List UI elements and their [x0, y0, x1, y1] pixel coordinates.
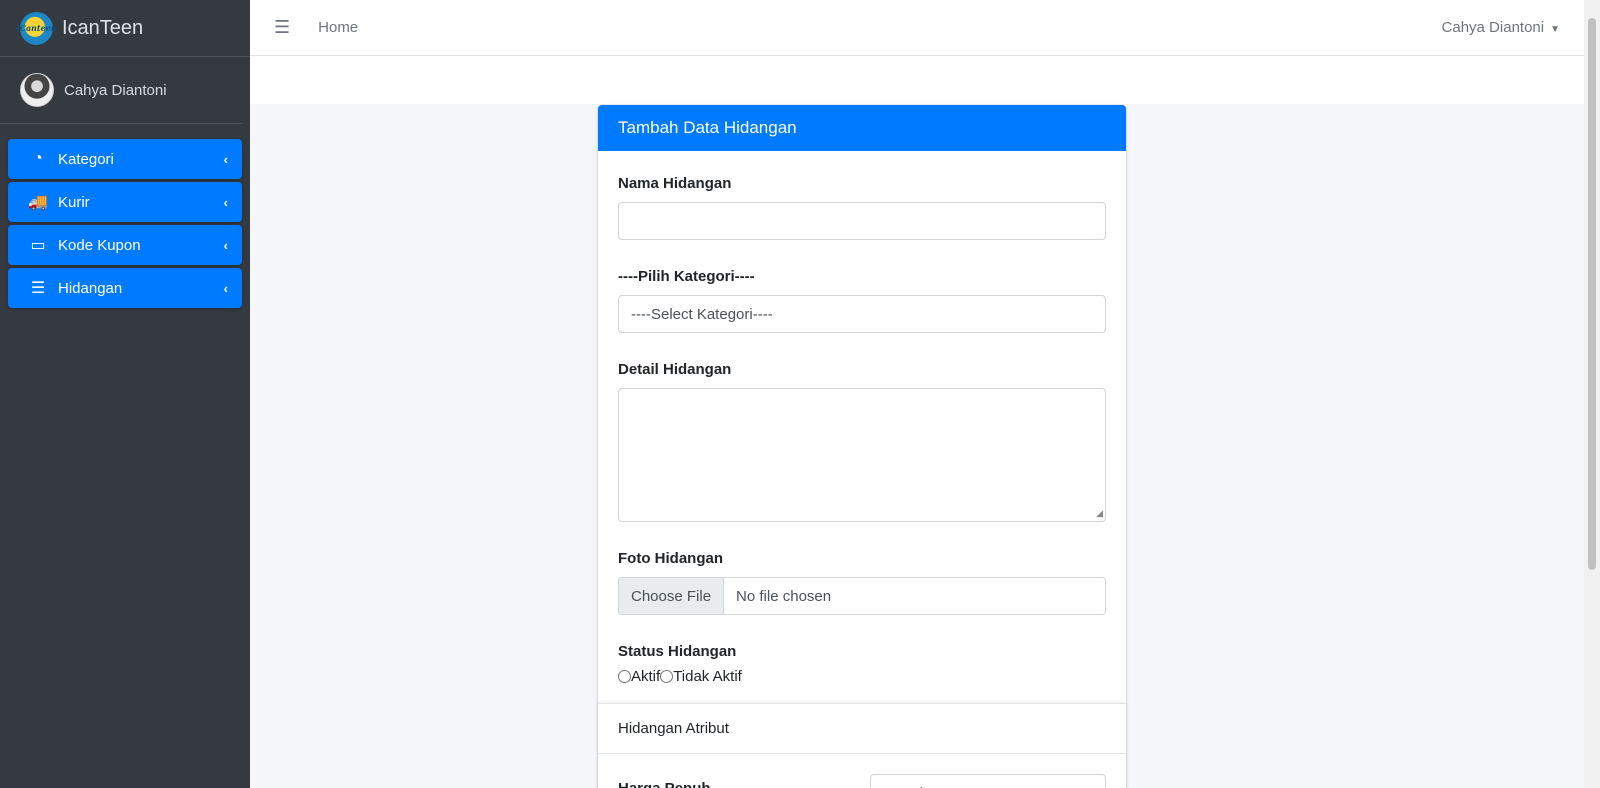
home-link[interactable]: Home: [318, 19, 358, 36]
status-tidak-aktif-label: Tidak Aktif: [673, 668, 742, 685]
harga-penuh-input[interactable]: Masukan Harga: [870, 774, 1106, 788]
detail-hidangan-textarea[interactable]: ◢: [618, 388, 1106, 522]
chevron-left-icon: ‹: [223, 151, 228, 167]
kategori-select[interactable]: ----Select Kategori----: [618, 295, 1106, 333]
ticket-icon: ▭: [30, 237, 46, 254]
status-aktif-radio[interactable]: [618, 670, 631, 683]
foto-hidangan-file-input[interactable]: Choose File No file chosen: [618, 577, 1106, 615]
atribut-card-body: Harga Penuh Masukan Harga: [598, 754, 1126, 788]
tachometer-icon: ◔: [33, 150, 43, 167]
sidebar-item-hidangan[interactable]: ☰ Hidangan ‹: [8, 268, 242, 308]
user-panel-name: Cahya Diantoni: [64, 81, 167, 99]
user-dropdown[interactable]: Cahya Diantoni ▼: [1442, 19, 1560, 36]
sidebar-item-label: Kategori: [58, 150, 114, 168]
atribut-card-title: Hidangan Atribut: [598, 704, 1126, 754]
nama-hidangan-input[interactable]: [618, 202, 1106, 240]
page-scrollbar[interactable]: [1584, 0, 1600, 788]
add-dish-card: Tambah Data Hidangan Nama Hidangan ----P…: [598, 105, 1126, 788]
nama-hidangan-label: Nama Hidangan: [618, 175, 732, 192]
card-body: Nama Hidangan ----Pilih Kategori---- ---…: [598, 151, 1126, 685]
brand-link[interactable]: iCanteen IcanTeen: [0, 0, 250, 57]
atribut-card: Hidangan Atribut Harga Penuh Masukan Har…: [598, 703, 1126, 788]
sidebar-item-kurir[interactable]: 🚚 Kurir ‹: [8, 182, 242, 222]
caret-down-icon: ▼: [1550, 24, 1560, 35]
scrollbar-thumb[interactable]: [1588, 18, 1596, 570]
card-title: Tambah Data Hidangan: [598, 105, 1126, 151]
choose-file-button[interactable]: Choose File: [619, 578, 725, 614]
brand-logo: iCanteen: [16, 11, 57, 45]
kategori-label: ----Pilih Kategori----: [618, 268, 755, 285]
status-aktif-label: Aktif: [631, 668, 661, 685]
chevron-left-icon: ‹: [223, 194, 228, 210]
menu-toggle-icon[interactable]: ☰: [274, 17, 290, 38]
status-hidangan-label: Status Hidangan: [618, 643, 737, 660]
status-radio-group: Aktif Tidak Aktif: [618, 668, 1106, 685]
detail-hidangan-label: Detail Hidangan: [618, 361, 732, 378]
sidebar-item-kategori[interactable]: ◔ Kategori ‹: [8, 139, 242, 179]
user-dropdown-name: Cahya Diantoni: [1441, 19, 1545, 36]
sidebar-item-label: Kode Kupon: [58, 236, 141, 254]
file-status-text: No file chosen: [736, 587, 832, 605]
user-panel[interactable]: Cahya Diantoni: [0, 57, 242, 124]
chevron-left-icon: ‹: [223, 237, 228, 253]
brand-name: IcanTeen: [62, 16, 144, 39]
list-icon: ☰: [30, 280, 46, 297]
harga-penuh-label: Harga Penuh: [618, 780, 711, 788]
status-tidak-aktif-radio[interactable]: [660, 670, 674, 683]
sidebar-item-label: Hidangan: [58, 279, 123, 297]
avatar: [20, 73, 54, 107]
chevron-left-icon: ‹: [223, 280, 228, 296]
top-navbar: ☰ Home Cahya Diantoni ▼: [250, 0, 1584, 56]
content-header: [250, 56, 1584, 104]
sidebar-nav: ◔ Kategori ‹ 🚚 Kurir ‹ ▭ Kode Kupon ‹ ☰ …: [0, 124, 250, 308]
truck-icon: 🚚: [28, 194, 48, 211]
resize-grip-icon[interactable]: ◢: [1096, 508, 1103, 519]
sidebar: iCanteen IcanTeen Cahya Diantoni ◔ Kateg…: [0, 0, 250, 788]
foto-hidangan-label: Foto Hidangan: [618, 550, 723, 567]
sidebar-item-label: Kurir: [58, 193, 90, 211]
sidebar-item-kode-kupon[interactable]: ▭ Kode Kupon ‹: [8, 225, 242, 265]
